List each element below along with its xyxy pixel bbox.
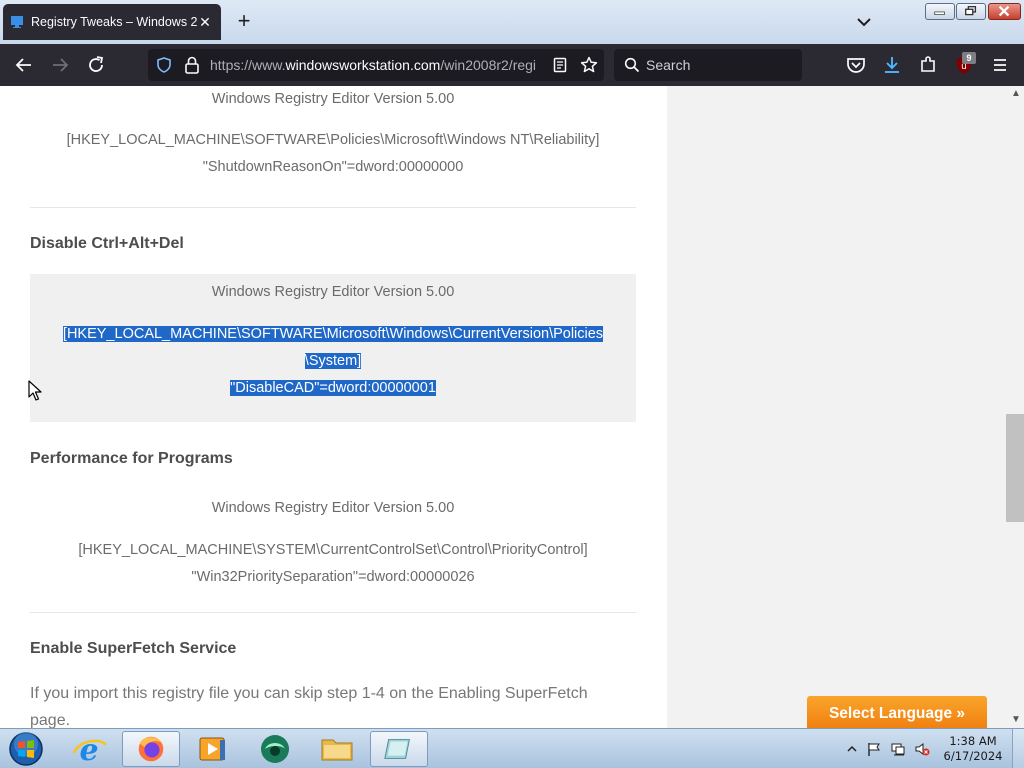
scroll-down-arrow-icon[interactable]: ▼ [1008,712,1024,728]
folder-icon [321,739,353,761]
registry-version-line: Windows Registry Editor Version 5.00 [211,91,455,107]
show-hidden-icons-chevron-icon[interactable] [844,741,860,757]
section-heading-disable-cad: Disable Ctrl+Alt+Del [30,235,184,252]
search-placeholder: Search [646,57,691,73]
internet-explorer-icon: e [72,733,107,768]
window-restore-button[interactable] [956,3,986,20]
registry-key-line-2: \System] [30,348,636,375]
volume-muted-icon[interactable] [914,741,930,757]
clock-date: 6/17/2024 [943,749,1003,763]
url-domain: windowsworkstation.com [285,57,441,73]
downloads-icon[interactable] [880,53,904,77]
registry-value-line: "DisableCAD"=dword:00000001 [30,375,636,402]
start-button-orb-icon[interactable] [6,730,46,768]
section-heading-superfetch: Enable SuperFetch Service [30,640,237,657]
browser-tab-strip: Registry Tweaks – Windows 200 ✕ + [0,0,1024,44]
registry-value-line: "ShutdownReasonOn"=dword:00000000 [202,159,464,175]
back-arrow-icon[interactable] [12,53,36,77]
reader-view-icon[interactable] [552,57,568,73]
registry-key-line: [HKEY_LOCAL_MACHINE\SYSTEM\CurrentContro… [78,542,588,558]
browser-tab-active[interactable]: Registry Tweaks – Windows 200 ✕ [3,4,221,40]
page-sidebar [667,86,1008,728]
restore-icon [965,5,977,16]
registry-key-line: [HKEY_LOCAL_MACHINE\SOFTWARE\Policies\Mi… [66,132,600,148]
firefox-icon [138,736,164,762]
tracking-protection-shield-icon[interactable] [156,57,172,73]
site-favicon-icon [11,16,23,28]
section-divider [30,207,636,208]
url-prefix: https://www. [210,57,286,73]
selected-text[interactable]: [HKEY_LOCAL_MACHINE\SOFTWARE\Microsoft\W… [62,326,604,342]
address-bar[interactable]: https://www.windowsworkstation.com/win20… [148,49,604,81]
section-heading-performance: Performance for Programs [30,450,233,467]
system-clock[interactable]: 1:38 AM 6/17/2024 [938,734,1008,764]
clock-time: 1:38 AM [949,734,997,748]
list-all-tabs-chevron-icon[interactable] [852,12,876,32]
window-minimize-button[interactable] [925,3,955,20]
extensions-puzzle-icon[interactable] [916,53,940,77]
vertical-scrollbar[interactable] [1008,86,1024,728]
network-icon[interactable] [890,741,906,757]
media-player-icon [199,737,225,761]
scrollbar-thumb[interactable] [1006,414,1024,522]
mouse-pointer-icon [28,380,42,401]
action-center-flag-icon[interactable] [866,741,882,757]
show-desktop-button[interactable] [1012,729,1024,768]
tab-title: Registry Tweaks – Windows 200 [31,15,197,29]
taskbar-file-explorer[interactable] [308,731,366,767]
bookmark-star-icon[interactable] [580,56,598,74]
selected-text[interactable]: "DisableCAD"=dword:00000001 [230,380,436,396]
paragraph-line-1: If you import this registry file you can… [30,685,588,702]
taskbar-media-player[interactable] [184,731,242,767]
window-app-icon [384,739,410,759]
taskbar-internet-explorer[interactable]: e [60,731,118,768]
green-app-icon [261,735,289,763]
registry-key-line-1: [HKEY_LOCAL_MACHINE\SOFTWARE\Microsoft\W… [30,321,636,348]
window-close-button[interactable] [988,3,1021,20]
registry-value-line: "Win32PrioritySeparation"=dword:00000026 [191,569,475,585]
selected-text[interactable]: \System] [304,353,362,369]
select-language-button[interactable]: Select Language » [807,696,987,732]
web-page-content: Windows Registry Editor Version 5.00 [HK… [0,86,1008,728]
extension-badge-count: 9 [962,52,976,64]
windows-taskbar: e 1:38 AM 6/17/2024 [0,728,1024,768]
scroll-up-arrow-icon[interactable]: ▲ [1008,86,1024,102]
padlock-icon[interactable] [184,56,200,74]
registry-version-line: Windows Registry Editor Version 5.00 [211,284,455,300]
search-input[interactable]: Search [614,49,802,81]
section-divider [30,612,636,613]
close-x-icon [998,5,1010,17]
svg-text:e: e [79,733,98,767]
browser-navigation-toolbar: https://www.windowsworkstation.com/win20… [0,44,1024,86]
url-text[interactable]: https://www.windowsworkstation.com/win20… [210,57,540,73]
reload-icon[interactable] [84,53,108,77]
pocket-icon[interactable] [844,53,868,77]
tab-close-icon[interactable]: ✕ [197,14,213,31]
taskbar-firefox[interactable] [122,731,180,767]
registry-version-line: Windows Registry Editor Version 5.00 [211,500,455,516]
paragraph-line-2: page. [30,712,71,728]
menu-hamburger-icon[interactable] [988,53,1012,77]
forward-arrow-icon[interactable] [48,53,72,77]
minimize-icon [934,11,945,15]
taskbar-remote-app[interactable] [370,731,428,767]
search-icon [624,57,640,73]
url-path: /win2008r2/regi [440,57,537,73]
new-tab-button[interactable]: + [232,10,256,34]
taskbar-app-green[interactable] [246,731,304,767]
